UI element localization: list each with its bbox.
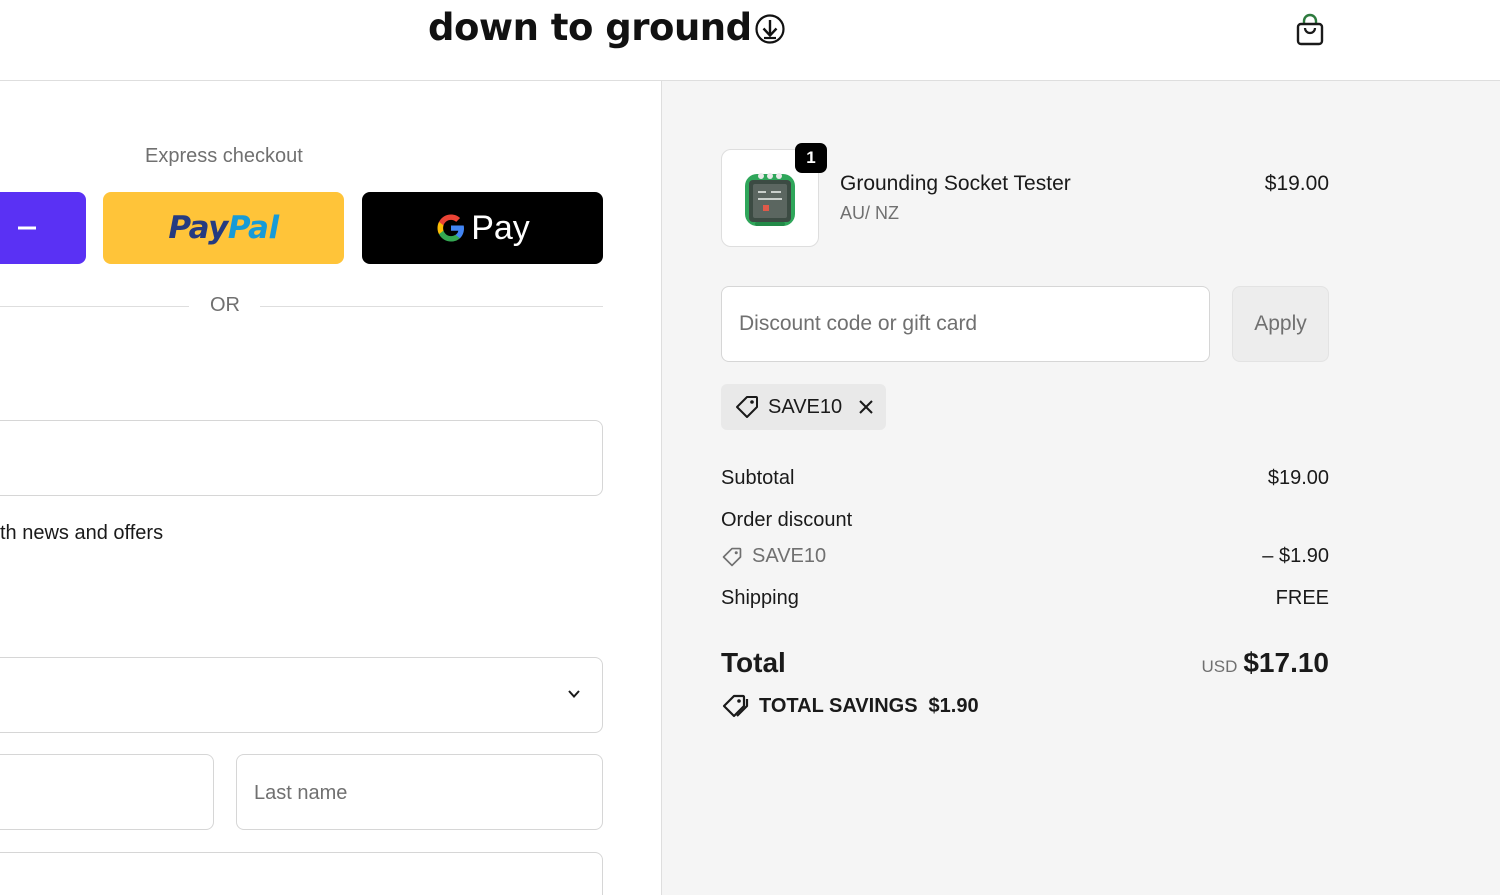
chevron-down-icon: [568, 690, 580, 698]
subtotal-value: $19.00: [1267, 467, 1329, 489]
country-select[interactable]: [0, 657, 603, 733]
divider-line-left: [0, 306, 189, 307]
tag-icon: [722, 547, 742, 566]
or-divider: OR: [0, 293, 603, 319]
product-variant: AU/ NZ: [840, 203, 900, 223]
total-amount: USD $17.10: [1112, 647, 1329, 679]
arrow-down-circle-icon: [755, 13, 785, 44]
express-checkout-label: Express checkout: [145, 145, 303, 167]
applied-discount-code: SAVE10: [768, 395, 843, 418]
total-value: $17.10: [1243, 647, 1329, 678]
first-name-field[interactable]: [0, 754, 214, 830]
quantity-badge: 1: [795, 143, 827, 173]
logo-text: down to ground: [428, 6, 752, 49]
product-title: Grounding Socket Tester: [840, 172, 1071, 195]
email-field[interactable]: [0, 420, 603, 496]
newsletter-checkbox-label[interactable]: th news and offers: [0, 522, 163, 545]
checkout-form: Express checkout PayPal Pay OR th news a…: [0, 81, 661, 895]
last-name-field[interactable]: Last name: [236, 754, 603, 830]
paypal-logo: PayPal: [168, 210, 279, 246]
total-savings-label: TOTAL SAVINGS: [759, 694, 918, 717]
discount-value: – $1.90: [1262, 545, 1329, 567]
order-discount-label: Order discount: [721, 509, 853, 531]
google-g-icon: [437, 214, 465, 242]
product-image: [745, 173, 795, 226]
paypal-button[interactable]: PayPal: [103, 192, 344, 264]
page-header: down to ground: [0, 0, 1500, 81]
address-field[interactable]: [0, 852, 603, 895]
google-pay-button[interactable]: Pay: [362, 192, 603, 264]
shopping-bag-icon: [1296, 13, 1324, 46]
product-price: $19.00: [1264, 172, 1329, 195]
total-savings: TOTAL SAVINGS $1.90: [721, 693, 979, 719]
discount-code-text: SAVE10: [752, 545, 827, 567]
tags-icon: [722, 694, 749, 718]
close-icon: [859, 400, 873, 414]
apply-discount-button[interactable]: Apply: [1232, 286, 1329, 362]
subtotal-label: Subtotal: [721, 467, 795, 489]
total-label: Total: [721, 647, 786, 678]
shipping-label: Shipping: [721, 587, 799, 609]
order-summary: 1 Grounding Socket Tester AU/ NZ $19.00 …: [661, 81, 1500, 895]
shop-pay-icon: [18, 226, 36, 230]
divider-line-right: [260, 306, 603, 307]
cart-button[interactable]: [1292, 10, 1328, 50]
or-label: OR: [210, 294, 240, 316]
discount-code-row: SAVE10: [721, 545, 826, 568]
applied-discount-chip: SAVE10: [721, 384, 886, 430]
remove-discount-button[interactable]: [856, 397, 876, 417]
shop-pay-button[interactable]: [0, 192, 86, 264]
discount-code-input[interactable]: [721, 286, 1210, 362]
google-pay-label: Pay: [471, 208, 530, 247]
shipping-value: FREE: [1275, 587, 1329, 609]
currency-code: USD: [1201, 657, 1238, 676]
tag-icon: [736, 396, 758, 418]
last-name-placeholder: Last name: [254, 782, 348, 804]
total-savings-value: $1.90: [928, 694, 979, 717]
store-logo[interactable]: down to ground: [428, 6, 786, 49]
